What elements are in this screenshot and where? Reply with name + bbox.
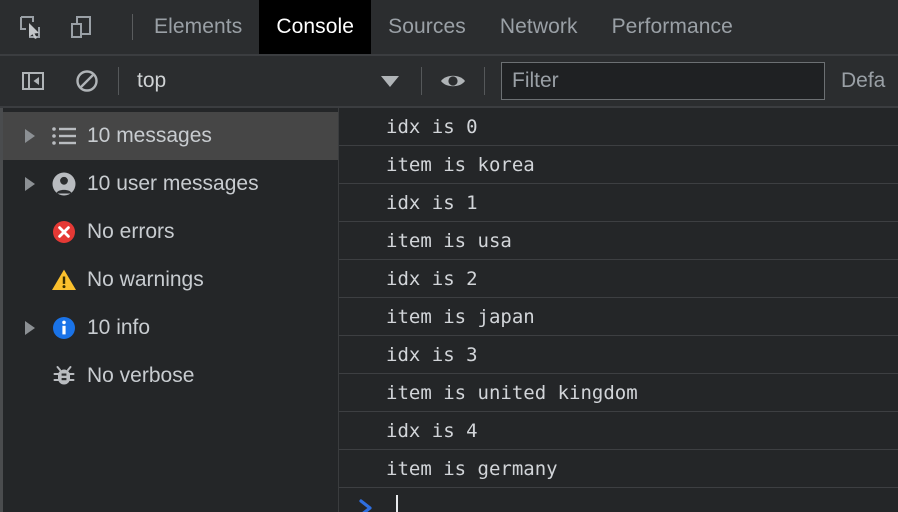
console-sidebar-toggle-icon[interactable] bbox=[16, 64, 50, 98]
sidebar-item-info[interactable]: 10 info bbox=[3, 304, 338, 352]
devtools-window: Elements Console Sources Network Perform… bbox=[0, 0, 898, 512]
console-message[interactable]: item is united kingdom bbox=[339, 374, 898, 412]
console-message[interactable]: idx is 0 bbox=[339, 108, 898, 146]
console-message[interactable]: item is usa bbox=[339, 222, 898, 260]
live-expression-eye-icon[interactable] bbox=[436, 64, 470, 98]
list-icon bbox=[47, 125, 81, 147]
console-sidebar: 10 messages 10 user messages No errors N… bbox=[3, 108, 339, 512]
console-message-list[interactable]: idx is 0 item is korea idx is 1 item is … bbox=[339, 108, 898, 512]
panel-tabs: Elements Console Sources Network Perform… bbox=[137, 0, 750, 54]
devtools-tabbar: Elements Console Sources Network Perform… bbox=[0, 0, 898, 56]
sidebar-item-verbose[interactable]: No verbose bbox=[3, 352, 338, 400]
execution-context-selector[interactable]: top bbox=[133, 61, 407, 101]
sidebar-item-label: No verbose bbox=[87, 364, 195, 387]
inspect-element-icon[interactable] bbox=[14, 10, 48, 44]
log-levels-selector[interactable]: Defa bbox=[841, 69, 885, 93]
console-message[interactable]: item is germany bbox=[339, 450, 898, 488]
console-toolbar: top Filter Defa bbox=[0, 56, 898, 108]
tabbar-divider bbox=[132, 14, 133, 40]
sidebar-item-label: 10 info bbox=[87, 316, 151, 339]
tab-sources[interactable]: Sources bbox=[371, 0, 483, 54]
console-toolbar-divider-1 bbox=[118, 67, 119, 95]
tab-performance[interactable]: Performance bbox=[595, 0, 750, 54]
tab-network[interactable]: Network bbox=[483, 0, 595, 54]
console-toolbar-divider-3 bbox=[484, 67, 485, 95]
sidebar-item-warnings[interactable]: No warnings bbox=[3, 256, 338, 304]
console-prompt[interactable] bbox=[339, 488, 898, 512]
console-body: 10 messages 10 user messages No errors N… bbox=[0, 108, 898, 512]
warning-icon bbox=[47, 268, 81, 292]
console-message[interactable]: item is japan bbox=[339, 298, 898, 336]
prompt-text-cursor bbox=[396, 495, 398, 512]
sidebar-item-messages[interactable]: 10 messages bbox=[3, 112, 338, 160]
device-toolbar-icon[interactable] bbox=[64, 10, 98, 44]
tabbar-icon-group bbox=[0, 0, 135, 54]
user-icon bbox=[47, 171, 81, 197]
chevron-down-icon bbox=[381, 75, 399, 87]
sidebar-item-user-messages[interactable]: 10 user messages bbox=[3, 160, 338, 208]
execution-context-value: top bbox=[137, 69, 167, 92]
clear-console-icon[interactable] bbox=[70, 64, 104, 98]
console-message[interactable]: idx is 3 bbox=[339, 336, 898, 374]
sidebar-item-errors[interactable]: No errors bbox=[3, 208, 338, 256]
info-icon bbox=[47, 315, 81, 341]
error-icon bbox=[47, 219, 81, 245]
console-message[interactable]: idx is 1 bbox=[339, 184, 898, 222]
expand-triangle-icon[interactable] bbox=[25, 321, 47, 335]
expand-triangle-icon[interactable] bbox=[25, 177, 47, 191]
bug-icon bbox=[47, 363, 81, 389]
sidebar-item-label: 10 messages bbox=[87, 124, 212, 147]
sidebar-item-label: 10 user messages bbox=[87, 172, 259, 195]
tab-console[interactable]: Console bbox=[259, 0, 372, 54]
sidebar-item-label: No errors bbox=[87, 220, 175, 243]
filter-input[interactable]: Filter bbox=[501, 62, 825, 100]
tab-elements[interactable]: Elements bbox=[137, 0, 259, 54]
console-message[interactable]: item is korea bbox=[339, 146, 898, 184]
console-toolbar-divider-2 bbox=[421, 67, 422, 95]
sidebar-item-label: No warnings bbox=[87, 268, 204, 291]
console-message[interactable]: idx is 2 bbox=[339, 260, 898, 298]
prompt-chevron-icon bbox=[354, 494, 378, 512]
filter-placeholder: Filter bbox=[512, 69, 559, 92]
console-message[interactable]: idx is 4 bbox=[339, 412, 898, 450]
expand-triangle-icon[interactable] bbox=[25, 129, 47, 143]
